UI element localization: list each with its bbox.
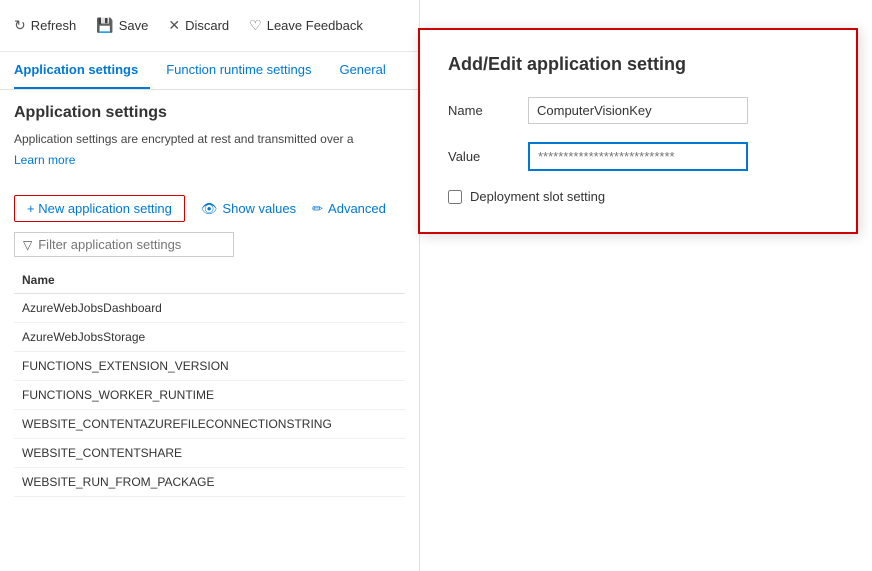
- value-label: Value: [448, 149, 528, 164]
- pencil-icon: ✏: [312, 201, 323, 217]
- filter-input-wrap: ▽: [14, 232, 234, 257]
- table-row[interactable]: WEBSITE_CONTENTSHARE: [14, 439, 405, 468]
- new-application-setting-button[interactable]: + New application setting: [14, 195, 185, 222]
- dialog-title: Add/Edit application setting: [448, 54, 828, 75]
- save-button[interactable]: 💾 Save: [96, 17, 148, 34]
- action-row: + New application setting 👁 Show values …: [14, 195, 405, 222]
- eye-icon: 👁: [201, 201, 218, 217]
- learn-more-link[interactable]: Learn more: [14, 153, 75, 167]
- table-row[interactable]: AzureWebJobsStorage: [14, 323, 405, 352]
- name-field-row: Name: [448, 97, 828, 124]
- filter-row: ▽: [14, 232, 405, 257]
- advanced-button[interactable]: ✏ Advanced: [312, 201, 386, 217]
- deployment-slot-row: Deployment slot setting: [448, 189, 828, 204]
- value-input[interactable]: [528, 142, 748, 171]
- deployment-slot-label: Deployment slot setting: [470, 189, 605, 204]
- value-field-row: Value: [448, 142, 828, 171]
- show-values-button[interactable]: 👁 Show values: [201, 201, 296, 217]
- show-values-label: Show values: [222, 201, 296, 216]
- heart-icon: ♡: [249, 17, 262, 34]
- section-title: Application settings: [14, 104, 405, 122]
- nav-tabs: Application settings Function runtime se…: [0, 52, 419, 90]
- table-row[interactable]: WEBSITE_CONTENTAZUREFILECONNECTIONSTRING: [14, 410, 405, 439]
- description-text: Application settings are encrypted at re…: [14, 130, 405, 148]
- add-edit-dialog: Add/Edit application setting Name Value …: [418, 28, 858, 234]
- refresh-icon: ↻: [14, 17, 26, 34]
- filter-icon: ▽: [23, 238, 32, 252]
- new-setting-label: + New application setting: [27, 201, 172, 216]
- feedback-label: Leave Feedback: [267, 18, 363, 33]
- main-content: Application settings Application setting…: [0, 90, 419, 511]
- save-icon: 💾: [96, 17, 113, 34]
- save-label: Save: [119, 18, 149, 33]
- refresh-button[interactable]: ↻ Refresh: [14, 17, 76, 34]
- tab-general[interactable]: General: [339, 52, 397, 89]
- table-row[interactable]: FUNCTIONS_EXTENSION_VERSION: [14, 352, 405, 381]
- refresh-label: Refresh: [31, 18, 77, 33]
- toolbar: ↻ Refresh 💾 Save ✕ Discard ♡ Leave Feedb…: [0, 0, 419, 52]
- tab-function-runtime[interactable]: Function runtime settings: [166, 52, 323, 89]
- advanced-label: Advanced: [328, 201, 386, 216]
- filter-input[interactable]: [38, 237, 225, 252]
- feedback-button[interactable]: ♡ Leave Feedback: [249, 17, 363, 34]
- name-label: Name: [448, 103, 528, 118]
- column-name-header: Name: [14, 267, 405, 294]
- name-input[interactable]: [528, 97, 748, 124]
- discard-icon: ✕: [168, 17, 180, 34]
- discard-label: Discard: [185, 18, 229, 33]
- settings-table: Name AzureWebJobsDashboardAzureWebJobsSt…: [14, 267, 405, 497]
- left-panel: ↻ Refresh 💾 Save ✕ Discard ♡ Leave Feedb…: [0, 0, 420, 571]
- tab-application-settings[interactable]: Application settings: [14, 52, 150, 89]
- table-row[interactable]: AzureWebJobsDashboard: [14, 294, 405, 323]
- discard-button[interactable]: ✕ Discard: [168, 17, 229, 34]
- deployment-slot-checkbox[interactable]: [448, 190, 462, 204]
- table-row[interactable]: WEBSITE_RUN_FROM_PACKAGE: [14, 468, 405, 497]
- table-row[interactable]: FUNCTIONS_WORKER_RUNTIME: [14, 381, 405, 410]
